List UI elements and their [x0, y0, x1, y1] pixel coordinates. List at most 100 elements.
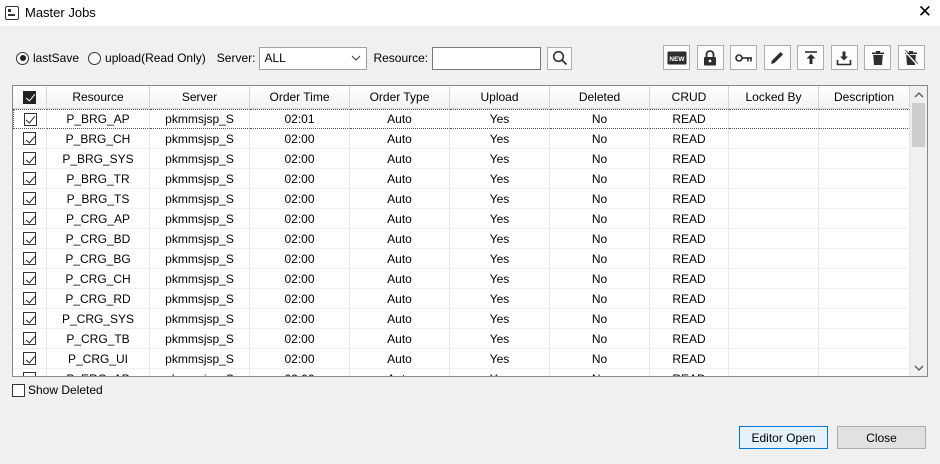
order-time-cell[interactable]: 02:01: [250, 109, 350, 129]
resource-cell[interactable]: P_CRG_CH: [47, 269, 150, 289]
locked-by-cell[interactable]: [729, 129, 819, 149]
server-cell[interactable]: pkmmsjsp_S: [150, 289, 250, 309]
row-checkbox-cell[interactable]: [13, 169, 47, 189]
row-checkbox[interactable]: [23, 132, 36, 145]
table-row[interactable]: P_BRG_SYS pkmmsjsp_S 02:00 Auto Yes No R…: [13, 149, 910, 169]
show-deleted-checkbox[interactable]: [12, 383, 25, 397]
crud-cell[interactable]: READ: [650, 369, 729, 376]
order-time-cell[interactable]: 02:00: [250, 249, 350, 269]
resource-cell[interactable]: P_BRG_AP: [47, 109, 150, 129]
row-checkbox-cell[interactable]: [13, 209, 47, 229]
table-row[interactable]: P_CRG_AP pkmmsjsp_S 02:00 Auto Yes No RE…: [13, 209, 910, 229]
column-header[interactable]: Locked By: [729, 86, 819, 109]
upload-label[interactable]: upload(Read Only): [105, 51, 206, 65]
server-cell[interactable]: pkmmsjsp_S: [150, 369, 250, 376]
upload-button[interactable]: [797, 45, 824, 70]
table-row[interactable]: P_CRG_BG pkmmsjsp_S 02:00 Auto Yes No RE…: [13, 249, 910, 269]
deleted-cell[interactable]: No: [550, 129, 650, 149]
order-time-cell[interactable]: 02:00: [250, 349, 350, 369]
crud-cell[interactable]: READ: [650, 289, 729, 309]
order-type-cell[interactable]: Auto: [350, 309, 450, 329]
column-header[interactable]: Description: [819, 86, 910, 109]
locked-by-cell[interactable]: [729, 109, 819, 129]
upload-cell[interactable]: Yes: [450, 309, 550, 329]
description-cell[interactable]: [819, 209, 910, 229]
deleted-cell[interactable]: No: [550, 369, 650, 376]
row-checkbox[interactable]: [23, 292, 36, 305]
crud-cell[interactable]: READ: [650, 329, 729, 349]
deleted-cell[interactable]: No: [550, 329, 650, 349]
locked-by-cell[interactable]: [729, 349, 819, 369]
description-cell[interactable]: [819, 109, 910, 129]
select-all-cell[interactable]: [13, 86, 47, 109]
deleted-cell[interactable]: No: [550, 109, 650, 129]
deleted-cell[interactable]: No: [550, 309, 650, 329]
upload-cell[interactable]: Yes: [450, 289, 550, 309]
delete-button[interactable]: [864, 45, 891, 70]
row-checkbox[interactable]: [23, 372, 36, 376]
deleted-cell[interactable]: No: [550, 149, 650, 169]
locked-by-cell[interactable]: [729, 249, 819, 269]
resource-cell[interactable]: P_CRG_BG: [47, 249, 150, 269]
crud-cell[interactable]: READ: [650, 129, 729, 149]
upload-cell[interactable]: Yes: [450, 369, 550, 376]
deleted-cell[interactable]: No: [550, 229, 650, 249]
resource-cell[interactable]: P_BRG_TS: [47, 189, 150, 209]
order-time-cell[interactable]: 02:00: [250, 269, 350, 289]
locked-by-cell[interactable]: [729, 169, 819, 189]
description-cell[interactable]: [819, 349, 910, 369]
server-cell[interactable]: pkmmsjsp_S: [150, 109, 250, 129]
crud-cell[interactable]: READ: [650, 229, 729, 249]
resource-cell[interactable]: P_ERG_AP: [47, 369, 150, 376]
row-checkbox[interactable]: [23, 212, 36, 225]
upload-cell[interactable]: Yes: [450, 209, 550, 229]
row-checkbox-cell[interactable]: [13, 309, 47, 329]
server-cell[interactable]: pkmmsjsp_S: [150, 169, 250, 189]
new-button[interactable]: NEW: [663, 45, 690, 70]
order-time-cell[interactable]: 02:00: [250, 189, 350, 209]
upload-cell[interactable]: Yes: [450, 149, 550, 169]
order-time-cell[interactable]: 02:00: [250, 329, 350, 349]
column-header[interactable]: Server: [150, 86, 250, 109]
row-checkbox-cell[interactable]: [13, 289, 47, 309]
row-checkbox[interactable]: [23, 332, 36, 345]
server-cell[interactable]: pkmmsjsp_S: [150, 129, 250, 149]
description-cell[interactable]: [819, 369, 910, 376]
row-checkbox[interactable]: [23, 192, 36, 205]
close-window-icon[interactable]: ✕: [918, 3, 932, 21]
table-row[interactable]: P_CRG_TB pkmmsjsp_S 02:00 Auto Yes No RE…: [13, 329, 910, 349]
description-cell[interactable]: [819, 129, 910, 149]
delete-all-button[interactable]: [897, 45, 925, 70]
crud-cell[interactable]: READ: [650, 169, 729, 189]
editor-open-button[interactable]: Editor Open: [739, 426, 828, 449]
column-header[interactable]: Deleted: [550, 86, 650, 109]
vertical-scrollbar[interactable]: [910, 86, 927, 376]
crud-cell[interactable]: READ: [650, 349, 729, 369]
upload-cell[interactable]: Yes: [450, 189, 550, 209]
order-type-cell[interactable]: Auto: [350, 349, 450, 369]
column-header[interactable]: Order Type: [350, 86, 450, 109]
last-save-radio[interactable]: [16, 51, 29, 65]
upload-cell[interactable]: Yes: [450, 249, 550, 269]
upload-cell[interactable]: Yes: [450, 169, 550, 189]
edit-button[interactable]: [763, 45, 791, 70]
server-cell[interactable]: pkmmsjsp_S: [150, 309, 250, 329]
upload-cell[interactable]: Yes: [450, 129, 550, 149]
locked-by-cell[interactable]: [729, 149, 819, 169]
server-cell[interactable]: pkmmsjsp_S: [150, 209, 250, 229]
locked-by-cell[interactable]: [729, 269, 819, 289]
order-type-cell[interactable]: Auto: [350, 169, 450, 189]
server-cell[interactable]: pkmmsjsp_S: [150, 229, 250, 249]
table-row[interactable]: P_BRG_AP pkmmsjsp_S 02:01 Auto Yes No RE…: [13, 109, 910, 129]
resource-cell[interactable]: P_BRG_TR: [47, 169, 150, 189]
description-cell[interactable]: [819, 169, 910, 189]
scroll-up-icon[interactable]: [910, 86, 927, 103]
row-checkbox-cell[interactable]: [13, 129, 47, 149]
row-checkbox-cell[interactable]: [13, 329, 47, 349]
table-row[interactable]: P_CRG_CH pkmmsjsp_S 02:00 Auto Yes No RE…: [13, 269, 910, 289]
close-button[interactable]: Close: [837, 426, 926, 449]
row-checkbox[interactable]: [23, 232, 36, 245]
row-checkbox[interactable]: [23, 352, 36, 365]
column-header[interactable]: Order Time: [250, 86, 350, 109]
deleted-cell[interactable]: No: [550, 209, 650, 229]
